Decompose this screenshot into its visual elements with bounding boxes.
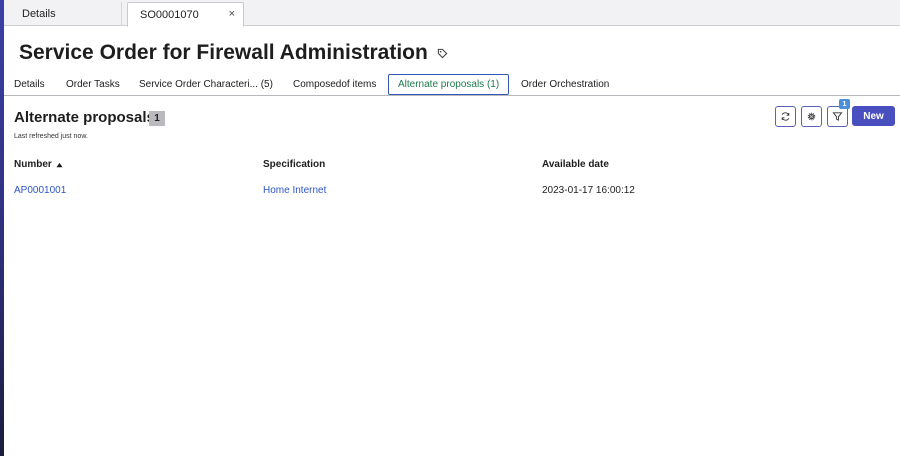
tab-order-tasks[interactable]: Order Tasks bbox=[66, 74, 120, 95]
tab-alternate-proposals[interactable]: Alternate proposals (1) bbox=[388, 74, 510, 95]
tag-icon[interactable] bbox=[437, 48, 448, 59]
proposal-number-link[interactable]: AP0001001 bbox=[14, 185, 66, 196]
record-count-badge: 1 bbox=[149, 111, 165, 126]
top-tab-details-label: Details bbox=[22, 8, 56, 20]
tab-details[interactable]: Details bbox=[14, 74, 45, 95]
settings-button[interactable] bbox=[801, 106, 822, 127]
column-header-specification[interactable]: Specification bbox=[263, 159, 325, 170]
record-tab-bar: Details SO0001070 × bbox=[4, 0, 900, 27]
page-title-text: Service Order for Firewall Administratio… bbox=[19, 41, 428, 64]
close-icon[interactable]: × bbox=[229, 8, 235, 20]
tab-details-label: Details bbox=[14, 79, 45, 90]
tab-order-tasks-label: Order Tasks bbox=[66, 79, 120, 90]
specification-link[interactable]: Home Internet bbox=[263, 185, 326, 196]
last-refreshed-text: Last refreshed just now. bbox=[14, 133, 88, 140]
filter-count-badge: 1 bbox=[839, 99, 850, 109]
tab-composedof-items[interactable]: Composedof items bbox=[293, 74, 376, 95]
available-date-cell: 2023-01-17 16:00:12 bbox=[542, 185, 635, 196]
filter-icon bbox=[832, 112, 843, 121]
section-heading: Alternate proposals bbox=[14, 109, 155, 126]
new-button[interactable]: New bbox=[852, 106, 895, 126]
left-accent-strip bbox=[0, 0, 4, 456]
sort-ascending-icon bbox=[56, 162, 63, 168]
filter-button[interactable] bbox=[827, 106, 848, 127]
gear-icon bbox=[807, 112, 816, 121]
column-header-number-label: Number bbox=[14, 159, 52, 170]
top-tab-record[interactable]: SO0001070 × bbox=[127, 2, 244, 27]
tab-order-orchestration[interactable]: Order Orchestration bbox=[521, 74, 609, 95]
tab-composedof-label: Composedof items bbox=[293, 79, 377, 90]
top-tab-record-label: SO0001070 bbox=[140, 8, 199, 21]
tab-order-orchestration-label: Order Orchestration bbox=[521, 79, 610, 90]
column-header-available-date[interactable]: Available date bbox=[542, 159, 609, 170]
tab-characteristics-label: Service Order Characteri... (5) bbox=[139, 79, 273, 90]
refresh-button[interactable] bbox=[775, 106, 796, 127]
tab-alternate-proposals-label: Alternate proposals (1) bbox=[398, 79, 500, 90]
column-header-number[interactable]: Number bbox=[14, 159, 63, 170]
top-tab-details[interactable]: Details bbox=[4, 2, 122, 26]
refresh-icon bbox=[781, 112, 790, 121]
page-title: Service Order for Firewall Administratio… bbox=[19, 41, 448, 65]
section-tab-bar: Details Order Tasks Service Order Charac… bbox=[4, 74, 900, 96]
tab-service-order-characteristics[interactable]: Service Order Characteri... (5) bbox=[139, 74, 273, 95]
